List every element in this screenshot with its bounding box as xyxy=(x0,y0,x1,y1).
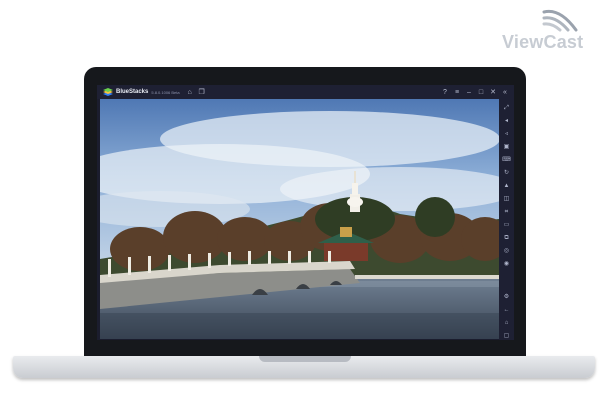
bluestacks-logo-icon xyxy=(103,88,113,96)
watermark-text: ViewCast xyxy=(502,32,584,52)
app-name: BlueStacks xyxy=(116,89,149,95)
minimize-icon[interactable]: – xyxy=(465,88,473,96)
copy-icon[interactable]: ⧉ xyxy=(502,233,511,242)
location-icon[interactable]: ◉ xyxy=(502,259,511,268)
emulator-side-toolbar: ⤢ ◂ ◃ ▣ ⌨ ↻ ▲ ◫ ⌗ ▭ ⧉ ◎ ◉ ⚙ ← ⌂ ▢ xyxy=(499,99,514,340)
menu-icon[interactable]: ≡ xyxy=(453,88,461,96)
app-version: 5.8.0.1006 Beta xyxy=(151,89,180,95)
home-icon[interactable]: ⌂ xyxy=(502,318,511,327)
signal-waves-icon xyxy=(542,9,578,32)
maximize-icon[interactable]: □ xyxy=(477,88,485,96)
recent-apps-icon[interactable]: ▢ xyxy=(502,331,511,340)
volume-down-icon[interactable]: ◃ xyxy=(502,129,511,138)
rotate-icon[interactable]: ↻ xyxy=(502,168,511,177)
volume-up-icon[interactable]: ◂ xyxy=(502,116,511,125)
back-icon[interactable]: ← xyxy=(502,305,511,314)
settings-icon[interactable]: ⚙ xyxy=(502,292,511,301)
close-icon[interactable]: ✕ xyxy=(489,88,497,96)
macro-icon[interactable]: ⌗ xyxy=(502,207,511,216)
emulator-viewport[interactable] xyxy=(100,99,499,339)
screen-record-icon[interactable]: ▣ xyxy=(502,142,511,151)
help-icon[interactable]: ? xyxy=(441,88,449,96)
eco-mode-icon[interactable]: ◎ xyxy=(502,246,511,255)
laptop-notch xyxy=(259,356,351,362)
keyboard-icon[interactable]: ⌨ xyxy=(502,155,511,164)
folder-icon[interactable]: ▭ xyxy=(502,220,511,229)
home-icon[interactable]: ⌂ xyxy=(186,88,194,96)
collapse-sidebar-icon[interactable]: « xyxy=(501,88,509,96)
shake-icon[interactable]: ▲ xyxy=(502,181,511,190)
emulator-window: BlueStacks 5.8.0.1006 Beta ⌂ ❐ ? ≡ – □ ✕… xyxy=(97,85,514,340)
viewcast-watermark: ViewCast xyxy=(498,6,594,52)
multi-instance-icon[interactable]: ❐ xyxy=(198,88,206,96)
screenshot-icon[interactable]: ◫ xyxy=(502,194,511,203)
fullscreen-icon[interactable]: ⤢ xyxy=(502,103,511,112)
emulator-titlebar: BlueStacks 5.8.0.1006 Beta ⌂ ❐ ? ≡ – □ ✕… xyxy=(97,85,514,99)
landscape-photo xyxy=(100,99,499,339)
